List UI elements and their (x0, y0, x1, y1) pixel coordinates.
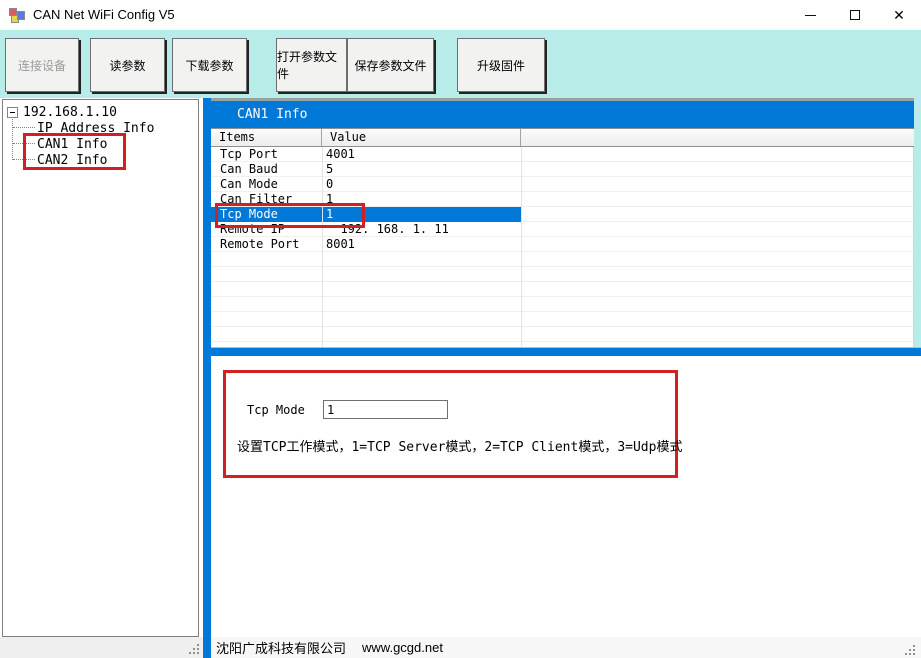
statusbar: 沈阳广成科技有限公司 www.gcgd.net (211, 637, 921, 658)
table-row[interactable]: Remote IP 192. 168. 1. 11 (211, 222, 913, 237)
maximize-button[interactable] (833, 0, 877, 30)
horizontal-splitter[interactable] (211, 347, 921, 356)
tcp-mode-input[interactable] (323, 400, 448, 419)
right-edge-strip (914, 98, 921, 347)
status-website: www.gcgd.net (362, 640, 443, 655)
table-row[interactable]: Can Mode 0 (211, 177, 913, 192)
toolbar: 连接设备 读参数 下载参数 打开参数文件 保存参数文件 升级固件 GCAN-21… (0, 30, 921, 98)
tcp-mode-description: 设置TCP工作模式，1=TCP Server模式，2=TCP Client模式，… (237, 436, 682, 455)
tcp-mode-label: Tcp Mode (247, 403, 305, 417)
open-param-file-button[interactable]: 打开参数文件 (276, 38, 347, 92)
tree-collapse-icon[interactable] (7, 107, 18, 118)
table-row[interactable]: Can Baud 5 (211, 162, 913, 177)
app-icon (9, 7, 25, 23)
close-button[interactable]: ✕ (877, 0, 921, 30)
vertical-splitter[interactable] (203, 98, 211, 658)
maximize-icon (850, 10, 860, 20)
annotation-box-editor (223, 370, 678, 478)
title-bar: CAN Net WiFi Config V5 ✕ (0, 0, 921, 30)
resize-grip-icon[interactable] (188, 643, 200, 655)
tree-item-can1-info[interactable]: CAN1 Info (13, 136, 107, 152)
column-header-value[interactable]: Value (322, 129, 521, 146)
connect-device-button[interactable]: 连接设备 (5, 38, 79, 92)
column-divider (521, 147, 522, 347)
minimize-button[interactable] (788, 0, 832, 30)
column-header-empty[interactable] (521, 129, 914, 146)
tree-root-label[interactable]: 192.168.1.10 (23, 105, 117, 120)
download-params-button[interactable]: 下载参数 (172, 38, 247, 92)
table-row[interactable]: Remote Port 8001 (211, 237, 913, 252)
window-title: CAN Net WiFi Config V5 (33, 0, 175, 30)
device-tree-panel: 192.168.1.10 IP Address Info CAN1 Info C… (2, 99, 199, 637)
parameters-table: Tcp Port 4001 Can Baud 5 Can Mode 0 Can … (211, 147, 914, 347)
table-row[interactable]: Can Filter 1 (211, 192, 913, 207)
tree-item-ip-address-info[interactable]: IP Address Info (13, 120, 154, 136)
resize-grip-icon[interactable] (904, 644, 916, 656)
column-divider (322, 147, 323, 347)
table-row[interactable]: Tcp Port 4001 (211, 147, 913, 162)
status-company: 沈阳广成科技有限公司 (216, 638, 346, 657)
statusbar-left (0, 637, 203, 658)
tree-root-row[interactable]: 192.168.1.10 (7, 104, 117, 120)
editor-panel: Tcp Mode 设置TCP工作模式，1=TCP Server模式，2=TCP … (211, 356, 921, 637)
panel-header: CAN1 Info (211, 101, 914, 128)
upgrade-firmware-button[interactable]: 升级固件 (457, 38, 545, 92)
column-header-items[interactable]: Items (211, 129, 322, 146)
read-params-button[interactable]: 读参数 (90, 38, 165, 92)
tree-item-can2-info[interactable]: CAN2 Info (13, 152, 107, 168)
table-row-selected[interactable]: Tcp Mode 1 (211, 207, 521, 222)
save-param-file-button[interactable]: 保存参数文件 (347, 38, 434, 92)
minimize-icon (805, 15, 816, 16)
table-header-row: Items Value (211, 128, 914, 147)
